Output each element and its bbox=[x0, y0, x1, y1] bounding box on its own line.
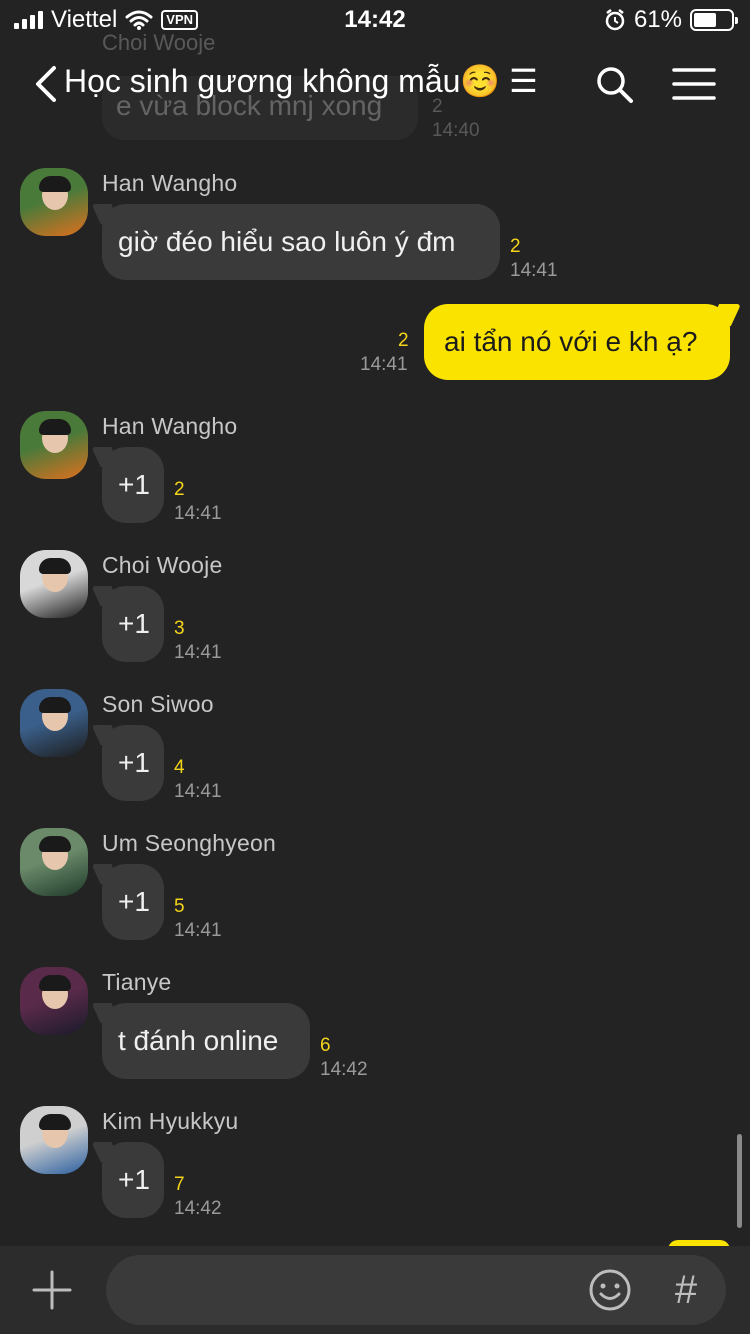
message-time: 14:42 bbox=[320, 1059, 368, 1080]
battery-fill bbox=[694, 13, 716, 27]
avatar[interactable] bbox=[20, 828, 88, 896]
status-right: 61% bbox=[604, 6, 738, 34]
message-bubble[interactable]: +1 bbox=[102, 447, 164, 523]
avatar-hair bbox=[39, 975, 71, 991]
message-row: Um Seonghyeon +1 5 14:41 bbox=[0, 826, 750, 946]
avatar-hair bbox=[39, 697, 71, 713]
unread-count: 2 bbox=[174, 479, 185, 500]
unread-count: 4 bbox=[174, 757, 185, 778]
avatar[interactable] bbox=[20, 689, 88, 757]
message-bubble[interactable]: t đánh online bbox=[102, 1003, 310, 1079]
status-bar: Viettel VPN 14:42 61% bbox=[0, 0, 750, 40]
menu-icon[interactable] bbox=[672, 66, 716, 102]
sender-name: Choi Wooje bbox=[102, 552, 223, 578]
avatar[interactable] bbox=[20, 168, 88, 236]
message-time: 14:41 bbox=[174, 781, 222, 802]
message-bubble[interactable]: giờ đéo hiểu sao luôn ý đm bbox=[102, 204, 500, 280]
avatar-hair bbox=[39, 1114, 71, 1130]
sender-name: Son Siwoo bbox=[102, 691, 214, 717]
my-message-bubble[interactable]: ai tẩn nó với e kh ạ? bbox=[424, 304, 730, 380]
message-time: 14:41 bbox=[360, 354, 408, 375]
message-row: Han Wangho +1 2 14:41 bbox=[0, 409, 750, 529]
message-time: 14:41 bbox=[510, 260, 558, 281]
message-time: 14:41 bbox=[174, 920, 222, 941]
message-input[interactable] bbox=[130, 1255, 590, 1325]
avatar-hair bbox=[39, 176, 71, 192]
message-bubble[interactable]: +1 bbox=[102, 1142, 164, 1218]
unread-count: 2 bbox=[398, 330, 409, 351]
message-row: Son Siwoo +1 4 14:41 bbox=[0, 687, 750, 807]
message-row: Han Wangho giờ đéo hiểu sao luôn ý đm 2 … bbox=[0, 166, 750, 286]
sender-name: Han Wangho bbox=[102, 413, 238, 439]
avatar[interactable] bbox=[20, 550, 88, 618]
chevron-left-icon[interactable] bbox=[30, 62, 64, 106]
avatar-hair bbox=[39, 836, 71, 852]
emoji-icon[interactable] bbox=[588, 1268, 632, 1312]
message-bubble[interactable]: +1 bbox=[102, 864, 164, 940]
message-bubble[interactable]: +1 bbox=[102, 586, 164, 662]
search-icon[interactable] bbox=[594, 64, 634, 104]
chat-title[interactable]: Học sinh gương không mẫu☺️ ☰ bbox=[64, 62, 554, 100]
sender-name: Um Seonghyeon bbox=[102, 830, 276, 856]
unread-count: 2 bbox=[510, 236, 521, 257]
avatar-hair bbox=[39, 419, 71, 435]
message-row: Tianye t đánh online 6 14:42 bbox=[0, 965, 750, 1085]
my-message-row: 2 14:41 ai tẩn nó với e kh ạ? bbox=[0, 302, 750, 382]
message-time: 14:41 bbox=[174, 503, 222, 524]
avatar[interactable] bbox=[20, 1106, 88, 1174]
unread-count: 5 bbox=[174, 896, 185, 917]
sender-name: Han Wangho bbox=[102, 170, 238, 196]
sender-name: Tianye bbox=[102, 969, 172, 995]
sender-name: Kim Hyukkyu bbox=[102, 1108, 239, 1134]
avatar[interactable] bbox=[20, 967, 88, 1035]
plus-icon[interactable] bbox=[30, 1268, 74, 1312]
scrollbar[interactable] bbox=[737, 1134, 742, 1228]
hash-icon[interactable]: # bbox=[666, 1263, 706, 1317]
unread-count: 6 bbox=[320, 1035, 331, 1056]
battery-percent: 61% bbox=[633, 6, 682, 33]
alarm-icon bbox=[605, 9, 625, 31]
message-bubble[interactable]: +1 bbox=[102, 725, 164, 801]
message-field[interactable]: # bbox=[106, 1255, 726, 1325]
message-time: 14:41 bbox=[174, 642, 222, 663]
unread-count: 3 bbox=[174, 618, 185, 639]
battery-icon bbox=[690, 9, 738, 31]
message-row: Kim Hyukkyu +1 7 14:42 bbox=[0, 1104, 750, 1224]
unread-count: 7 bbox=[174, 1174, 185, 1195]
avatar[interactable] bbox=[20, 411, 88, 479]
chat-header: Học sinh gương không mẫu☺️ ☰ bbox=[0, 40, 750, 128]
message-row: Choi Wooje +1 3 14:41 bbox=[0, 548, 750, 668]
message-time: 14:42 bbox=[174, 1198, 222, 1219]
avatar-hair bbox=[39, 558, 71, 574]
input-bar: # bbox=[0, 1246, 750, 1334]
